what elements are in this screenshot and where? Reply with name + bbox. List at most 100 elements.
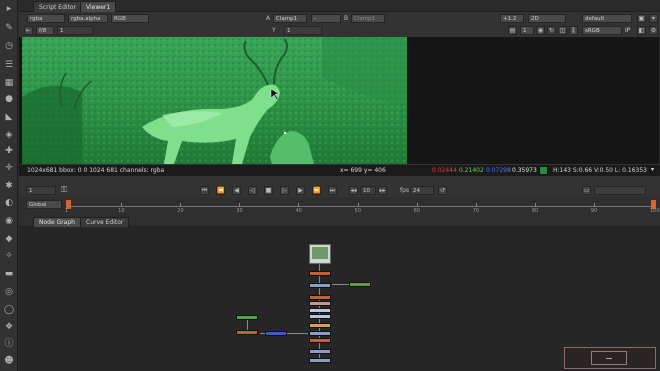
play-backward-icon[interactable]: ◁ <box>248 186 257 195</box>
node-clamp[interactable] <box>309 338 331 343</box>
user-icon[interactable]: ☻ <box>4 356 14 366</box>
help-icon[interactable]: ⓘ <box>4 339 14 349</box>
merge-icon[interactable]: ✚ <box>4 146 14 156</box>
playback-range-field[interactable] <box>594 186 646 195</box>
timeline-scope-dropdown[interactable]: Global <box>26 200 62 209</box>
other-icon[interactable]: ◎ <box>4 287 14 297</box>
fps-field[interactable]: 24 <box>410 186 434 195</box>
node-output[interactable] <box>309 349 331 354</box>
tab-node-graph[interactable]: Node Graph <box>33 217 81 227</box>
viewer-menu-icon[interactable]: ▾ <box>649 14 658 23</box>
node-merge[interactable] <box>309 323 331 328</box>
stop-icon[interactable]: ■ <box>264 186 273 195</box>
fps-label: fps <box>400 187 410 194</box>
read-node[interactable] <box>309 244 331 264</box>
current-frame-field[interactable]: 1 <box>26 186 56 195</box>
deep-icon[interactable]: ◉ <box>4 216 14 226</box>
brush-icon[interactable]: ✎ <box>4 23 14 33</box>
views-icon[interactable]: ◆ <box>4 234 14 244</box>
particle-icon[interactable]: ◐ <box>4 198 14 208</box>
node-transform[interactable] <box>309 308 331 313</box>
last-frame-icon[interactable]: ⏭ <box>328 186 337 195</box>
node-blur[interactable] <box>309 295 331 300</box>
a-input-label: A <box>266 15 271 22</box>
pause-icon[interactable]: ‖ <box>569 26 578 35</box>
node-grade[interactable] <box>309 271 331 276</box>
node-hue[interactable] <box>309 301 331 306</box>
play-forward-icon[interactable]: ▷ <box>280 186 289 195</box>
channel-icon[interactable]: ☰ <box>4 60 14 70</box>
node-keyer[interactable] <box>349 282 371 287</box>
blue-value: 0.07298 <box>486 167 511 174</box>
roi-icon[interactable]: ▤ <box>508 26 517 35</box>
downrez-field[interactable]: 1 <box>57 26 93 35</box>
layers-icon[interactable]: ◈ <box>4 130 14 140</box>
node-roto[interactable] <box>236 315 258 320</box>
display-channel-dropdown[interactable]: RGB <box>111 14 149 23</box>
filter-icon[interactable]: ◣ <box>4 112 14 122</box>
playback-bar <box>19 176 660 197</box>
prev-frame-icon[interactable]: ◀ <box>232 186 241 195</box>
tool-palette: ▸ ✎ ◷ ☰ ▦ ● ◣ ◈ ✚ ✛ ✱ ◐ ◉ ◆ ✧ ▬ ◎ ◯ ❖ ⓘ … <box>0 0 18 371</box>
flipbook-icon[interactable]: ▭ <box>582 186 591 195</box>
clock-icon[interactable]: ◷ <box>4 41 14 51</box>
node-reformat[interactable] <box>309 314 331 319</box>
refresh-icon[interactable]: ↻ <box>547 26 556 35</box>
view-mode-dropdown[interactable]: 2D <box>528 14 566 23</box>
node-viewer[interactable] <box>309 358 331 363</box>
proxy-fraction-dropdown[interactable]: f/8 <box>36 26 54 35</box>
node-shuffle[interactable] <box>309 331 331 336</box>
timeline-lock-icon[interactable]: ⚿ <box>61 185 67 195</box>
colorspace-dropdown[interactable]: sRGB <box>582 26 622 35</box>
lut-dropdown[interactable]: default <box>582 14 632 23</box>
mask-icon[interactable]: ◫ <box>558 26 567 35</box>
first-frame-icon[interactable]: ⏮ <box>200 186 209 195</box>
wipe-mode-dropdown[interactable]: - <box>311 14 341 23</box>
color-swatch <box>539 166 548 175</box>
node-colorcorrect[interactable] <box>309 283 331 288</box>
zoom-dropdown[interactable]: 1 <box>520 26 534 35</box>
alpha-channel-dropdown[interactable]: rgba.alpha <box>68 14 108 23</box>
format-info: 1024x681 bbox: 0 0 1024 681 channels: rg… <box>27 167 165 174</box>
render-icon[interactable]: ◯ <box>4 305 14 315</box>
node-dot[interactable] <box>265 331 287 336</box>
gizmo-icon[interactable]: ❖ <box>4 322 14 332</box>
clip-warning-icon[interactable]: ◉ <box>536 26 545 35</box>
frame-range-icon[interactable]: ⇤ <box>24 26 33 35</box>
metadata-icon[interactable]: ✧ <box>4 251 14 261</box>
channels-dropdown[interactable]: rgba <box>27 14 65 23</box>
skip-back-icon[interactable]: ◂◂ <box>349 186 358 195</box>
b-input-dropdown[interactable]: Clamp1 <box>351 14 385 23</box>
3d-icon[interactable]: ✱ <box>4 181 14 191</box>
frame-step-field[interactable]: 10 <box>360 186 376 195</box>
timeline-tick-label: 30 <box>236 208 243 214</box>
node-premult[interactable] <box>236 330 258 335</box>
lock-icon[interactable]: ▣ <box>637 14 646 23</box>
a-input-dropdown[interactable]: Clamp1 <box>273 14 307 23</box>
transform-icon[interactable]: ✛ <box>4 163 14 173</box>
timeline-tick-mark <box>357 203 359 207</box>
skip-forward-icon[interactable]: ▸▸ <box>378 186 387 195</box>
playback-mode-icon[interactable]: ↺ <box>438 186 447 195</box>
info-menu-icon[interactable]: ▾ <box>651 166 654 173</box>
timeline-tick-label: 80 <box>531 208 539 214</box>
color-icon[interactable]: ▦ <box>4 78 14 88</box>
timeline-tick-mark <box>298 203 300 207</box>
timeline-tick-label: 20 <box>177 208 184 214</box>
prev-keyframe-icon[interactable]: ⏪ <box>216 186 225 195</box>
pointer-icon[interactable]: ▸ <box>4 4 14 14</box>
tab-viewer[interactable]: Viewer1 <box>80 1 117 12</box>
node-graph-minimap[interactable] <box>564 347 656 369</box>
side-pipe <box>332 284 350 285</box>
gain-dropdown[interactable]: +1.2 <box>500 14 524 23</box>
input-process-toggle[interactable]: IP <box>625 27 630 34</box>
region-icon[interactable]: ◧ <box>637 26 646 35</box>
viewer-settings-icon[interactable]: ⚙ <box>649 26 658 35</box>
next-frame-icon[interactable]: ▶ <box>296 186 305 195</box>
next-keyframe-icon[interactable]: ⏩ <box>312 186 321 195</box>
gamma-field[interactable]: 1 <box>284 26 322 35</box>
toolsets-icon[interactable]: ▬ <box>4 269 14 279</box>
tab-curve-editor[interactable]: Curve Editor <box>80 217 130 227</box>
tab-script-editor[interactable]: Script Editor <box>33 1 83 12</box>
sphere-icon[interactable]: ● <box>4 94 14 104</box>
